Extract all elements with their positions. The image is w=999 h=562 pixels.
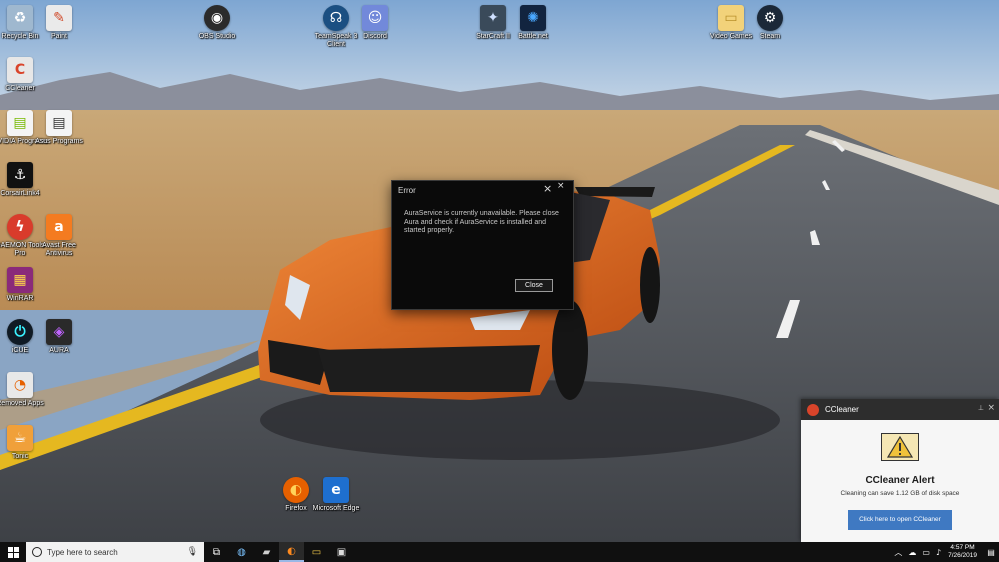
dialog-message: AuraService is currently unavailable. Pl…	[404, 210, 559, 234]
open-ccleaner-button[interactable]: Click here to open CCleaner	[848, 510, 952, 530]
ccleaner-logo-icon	[807, 403, 819, 416]
notification-app-name: CCleaner	[825, 405, 859, 414]
tonic-icon: ☕	[7, 425, 33, 451]
battlenet-icon: ✺	[520, 5, 546, 31]
edge-icon: e	[323, 477, 349, 503]
taskbar: Type here to search 🎙 ⧉ ◍ ▰ ◐ ▭ ▣ ︿ ☁ ▭ …	[0, 542, 999, 562]
taskbar-firefox-icon[interactable]: ◐	[279, 542, 304, 562]
dialog-window-close-icon[interactable]: ×	[557, 180, 569, 192]
alert-text: Cleaning can save 1.12 GB of disk space	[840, 490, 960, 497]
pin-icon[interactable]: ⊥	[978, 404, 984, 412]
desktop-icon-corsairlink[interactable]: ⚓ CorsairLink4	[0, 162, 50, 198]
desktop-icon-aura[interactable]: ◈ AURA	[29, 319, 89, 355]
error-dialog: Error × × AuraService is currently unava…	[391, 180, 574, 310]
search-placeholder: Type here to search	[47, 547, 118, 557]
desktop-icon-discord[interactable]: ☺ Discord	[345, 5, 405, 41]
ccleaner-icon: C	[7, 57, 33, 83]
desktop-icon-avast[interactable]: a Avast Free Antivirus	[29, 214, 89, 258]
show-hidden-icons-chevron-icon[interactable]: ︿	[894, 547, 902, 558]
dialog-title: Error	[398, 186, 416, 195]
alert-title: CCleaner Alert	[865, 475, 935, 486]
dialog-close-button[interactable]: Close	[515, 279, 553, 292]
avast-icon: a	[46, 214, 72, 240]
taskbar-app-browser-icon[interactable]: ◍	[229, 542, 254, 562]
desktop-icon-tonic[interactable]: ☕ Tonic	[0, 425, 50, 461]
taskbar-clock[interactable]: 4:57 PM 7/26/2019	[948, 544, 977, 560]
dialog-close-icon[interactable]: ×	[543, 183, 555, 195]
start-button[interactable]	[0, 542, 26, 562]
desktop-icon-steam[interactable]: ⚙ Steam	[740, 5, 800, 41]
desktop-icon-edge[interactable]: e Microsoft Edge	[306, 477, 366, 513]
clock-date: 7/26/2019	[948, 552, 977, 559]
store-icon[interactable]: ▣	[329, 542, 354, 562]
corsair-icon: ⚓	[7, 162, 33, 188]
file-explorer-icon[interactable]: ▭	[304, 542, 329, 562]
desktop-icon-paint[interactable]: ✎ Paint	[29, 5, 89, 41]
steam-icon: ⚙	[757, 5, 783, 31]
winrar-icon: ▦	[7, 267, 33, 293]
taskbar-search-box[interactable]: Type here to search 🎙	[26, 542, 204, 562]
search-icon	[32, 547, 42, 557]
notification-close-icon[interactable]: ×	[987, 403, 995, 413]
system-tray: ︿ ☁ ▭ ♪ 4:57 PM 7/26/2019 ▤	[891, 542, 999, 562]
taskbar-app-drive-icon[interactable]: ▰	[254, 542, 279, 562]
microphone-icon[interactable]: 🎙	[187, 546, 198, 557]
shortcut-icon: ▤	[46, 110, 72, 136]
network-icon[interactable]: ▭	[922, 548, 930, 557]
desktop-icon-obs[interactable]: ◉ OBS Studio	[187, 5, 247, 41]
desktop-icon-asus-programs[interactable]: ▤ Asus Programs	[29, 110, 89, 146]
desktop-icon-winrar[interactable]: ▦ WinRAR	[0, 267, 50, 303]
removed-apps-icon: ◔	[7, 372, 33, 398]
obs-icon: ◉	[204, 5, 230, 31]
ccleaner-notification: CCleaner ⊥ × CCleaner Alert Cleaning can…	[801, 399, 999, 542]
task-view-icon[interactable]: ⧉	[204, 542, 229, 562]
clock-time: 4:57 PM	[950, 544, 975, 551]
windows-icon	[7, 546, 19, 558]
volume-icon[interactable]: ♪	[936, 548, 941, 557]
warning-icon	[881, 433, 919, 461]
action-center-icon[interactable]: ▤	[983, 542, 999, 562]
discord-icon: ☺	[362, 5, 388, 31]
notification-header: CCleaner ⊥ ×	[801, 399, 999, 420]
aura-icon: ◈	[46, 319, 72, 345]
onedrive-icon[interactable]: ☁	[908, 548, 916, 557]
desktop-icon-battlenet[interactable]: ✺ Battle.net	[503, 5, 563, 41]
desktop-icon-ccleaner[interactable]: C CCleaner	[0, 57, 50, 93]
paint-icon: ✎	[46, 5, 72, 31]
desktop-icon-removed-apps[interactable]: ◔ Removed Apps	[0, 372, 50, 408]
